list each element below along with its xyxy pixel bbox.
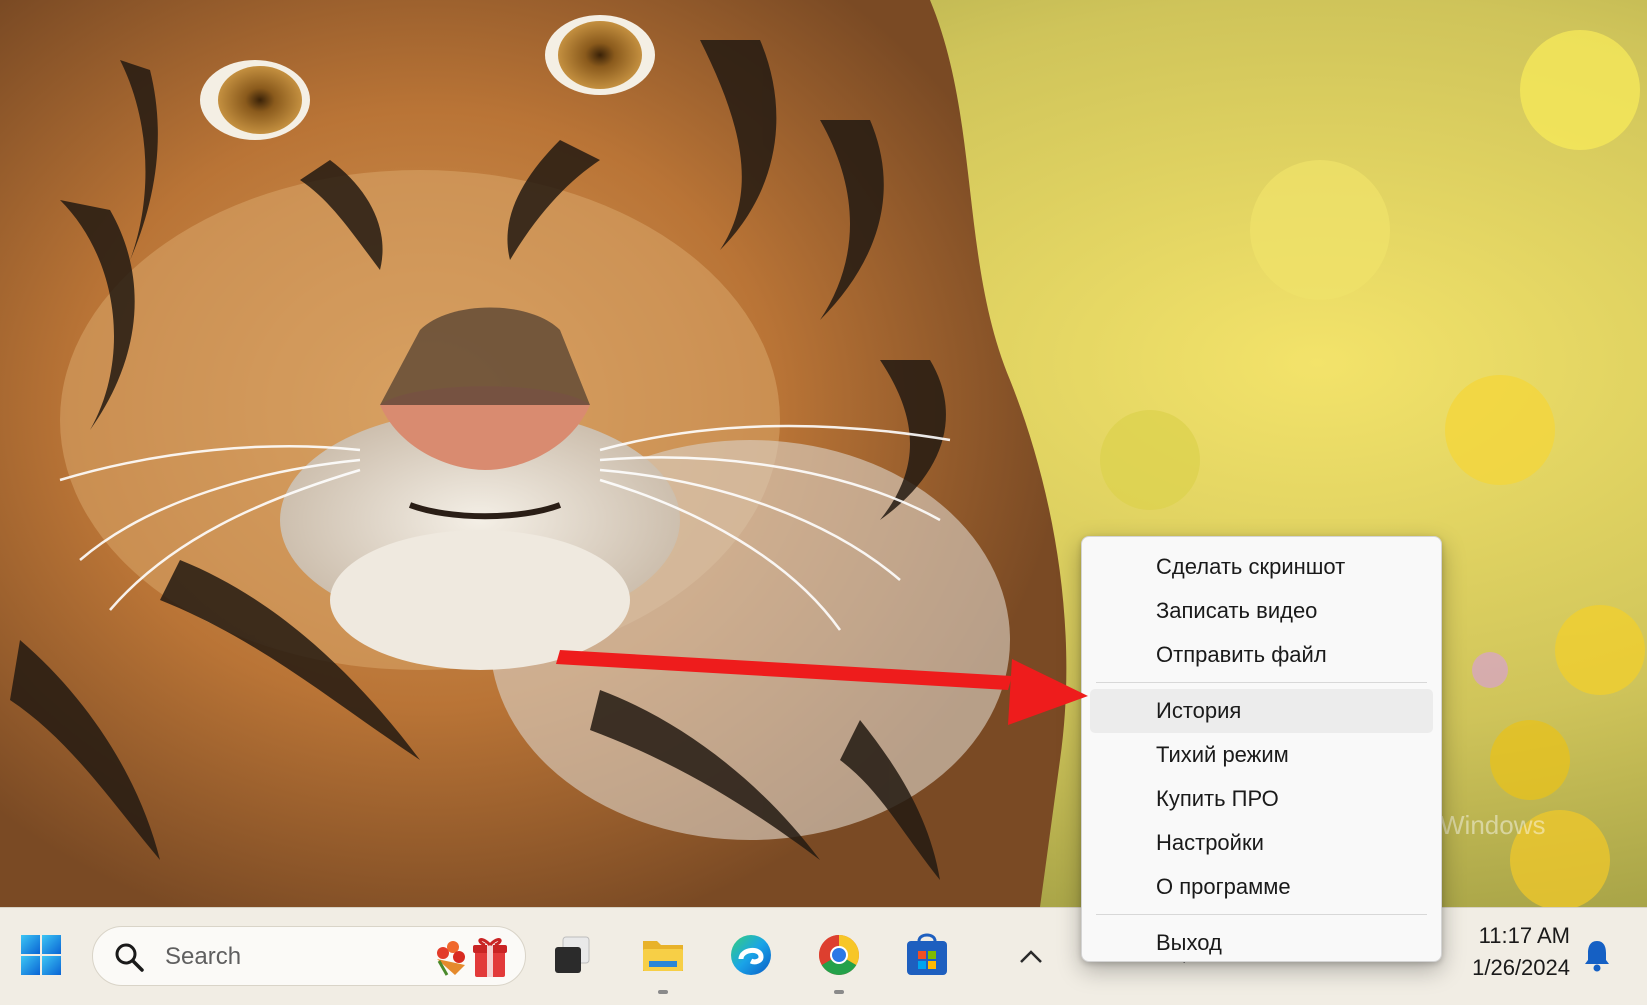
running-indicator [834,990,844,994]
menu-item-send-file[interactable]: Отправить файл [1090,633,1433,677]
clock[interactable]: 11:17 AM 1/26/2024 [1430,920,1570,984]
microsoft-store-icon [907,933,947,975]
menu-item-exit[interactable]: Выход [1090,921,1433,965]
menu-separator [1096,914,1427,915]
menu-item-settings[interactable]: Настройки [1090,821,1433,865]
menu-item-silent-mode[interactable]: Тихий режим [1090,733,1433,777]
menu-item-record-video[interactable]: Записать видео [1090,589,1433,633]
menu-separator [1096,682,1427,683]
start-button[interactable] [10,924,72,986]
menu-item-history[interactable]: История [1090,689,1433,733]
tray-context-menu: Сделать скриншот Записать видео Отправит… [1081,536,1442,962]
task-view-icon [555,936,590,973]
search-placeholder: Search [165,943,242,970]
search-icon [115,943,144,972]
running-indicator [658,990,668,994]
menu-item-about[interactable]: О программе [1090,865,1433,909]
file-explorer-button[interactable] [632,924,694,994]
edge-icon [731,935,771,975]
edge-button[interactable] [720,924,782,986]
clock-date: 1/26/2024 [1472,955,1570,980]
menu-item-buy-pro[interactable]: Купить ПРО [1090,777,1433,821]
task-view-button[interactable] [542,924,604,986]
taskbar-search-box[interactable]: Search [92,926,526,986]
menu-item-screenshot[interactable]: Сделать скриншот [1090,545,1433,589]
windows-start-icon [21,935,61,975]
notification-bell-icon[interactable] [1583,938,1611,972]
file-explorer-icon [643,941,683,971]
search-highlight-gift-icon [437,938,507,977]
show-hidden-icons-chevron-icon[interactable] [1016,944,1046,968]
microsoft-store-button[interactable] [896,924,958,986]
chrome-icon [819,935,859,975]
clock-time: 11:17 AM [1478,923,1570,948]
wallpaper-watermark: Windows [1440,810,1546,840]
chrome-button[interactable] [808,924,870,994]
